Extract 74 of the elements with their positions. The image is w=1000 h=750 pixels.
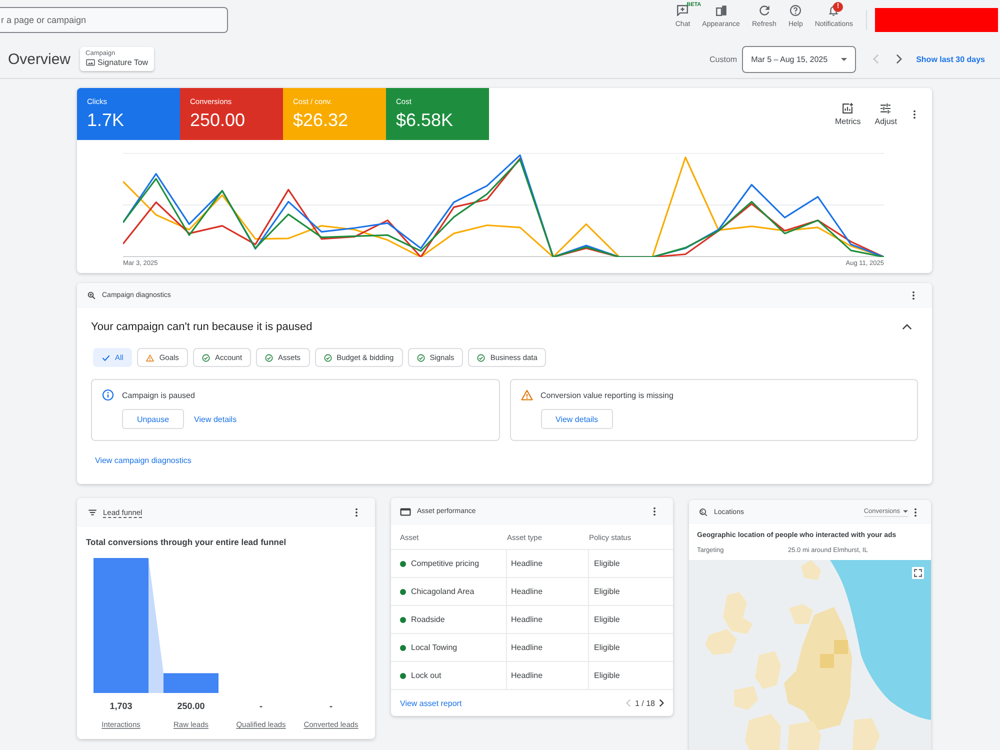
more-options-icon[interactable] <box>912 291 915 300</box>
bar-value-label: - <box>260 701 262 711</box>
funnel-subtitle: Total conversions through your entire lead funnel <box>86 537 288 547</box>
caret-icon <box>903 510 908 512</box>
help-icon <box>790 5 802 16</box>
show-last-30-days-link[interactable]: Show last 30 days <box>916 54 985 64</box>
image-icon <box>86 59 95 66</box>
issue-title: Conversion value reporting is missing <box>540 390 674 400</box>
caret-icon <box>841 58 848 60</box>
magnifier-icon <box>87 291 96 300</box>
metric-value: 1.7K <box>87 110 126 130</box>
metric-value: $26.32 <box>293 110 350 130</box>
check-circle-icon <box>265 354 274 362</box>
adjust-button[interactable]: Adjust <box>870 102 901 126</box>
check-circle-icon <box>202 354 210 362</box>
table-cell: Headline <box>507 578 589 605</box>
funnel-bar <box>164 673 218 693</box>
campaign-name: Signature Tow <box>98 58 148 67</box>
check-icon <box>102 354 110 362</box>
outlined-button[interactable]: Unpause <box>122 409 184 429</box>
view-details-link[interactable]: View details <box>194 414 237 424</box>
table-cell: Headline <box>507 634 589 661</box>
check-circle-icon <box>477 354 486 362</box>
asset-name: Roadside <box>411 615 445 624</box>
outlined-button[interactable]: View details <box>540 409 614 429</box>
warning-icon <box>146 354 154 362</box>
diagnostics-headline: Your campaign can't run because it is paused <box>91 321 312 333</box>
date-range-dropdown[interactable]: Mar 5 – Aug 15, 2025 <box>742 46 856 72</box>
chevron-up-icon[interactable] <box>902 324 912 330</box>
warning-icon <box>520 389 532 401</box>
metrics-button[interactable]: Metrics <box>830 102 865 126</box>
table-cell: Headline <box>507 662 589 689</box>
more-options-icon[interactable] <box>914 508 917 516</box>
bar-value-label: - <box>330 701 332 711</box>
date-label: Custom <box>710 54 738 64</box>
check-circle-icon <box>416 354 425 362</box>
search-field[interactable]: r a page or campaign <box>0 7 228 33</box>
filter-icon <box>88 508 97 517</box>
info-icon <box>102 389 114 401</box>
chevron-right-icon[interactable] <box>659 699 664 707</box>
table-cell: Headline <box>507 606 589 633</box>
table-cell-text: Eligible <box>593 614 621 626</box>
page-indicator: 1 / 18 <box>634 698 655 708</box>
diagnostics-link[interactable]: View campaign diagnostics <box>95 456 192 465</box>
more-options-icon[interactable] <box>653 507 656 516</box>
issue-title: Campaign is paused <box>122 390 195 400</box>
page-title: Overview <box>8 50 71 68</box>
table-cell-text: Eligible <box>593 642 621 654</box>
more-options-icon[interactable] <box>913 110 916 118</box>
map-search-icon <box>699 508 708 516</box>
table-cell-text: Eligible <box>593 558 621 570</box>
bar-value-label: 1,703 <box>110 701 132 711</box>
refresh-icon <box>758 5 770 16</box>
sliders-icon <box>880 102 892 114</box>
metric-value: 250.00 <box>190 110 246 130</box>
window-icon <box>400 508 411 516</box>
table-cell-text: Eligible <box>593 670 621 682</box>
date-range: Mar 5 – Aug 15, 2025 <box>751 54 828 64</box>
chevron-right-icon[interactable] <box>896 54 902 64</box>
more-options-icon[interactable] <box>355 508 358 517</box>
appearance-icon <box>716 5 727 16</box>
check-circle-icon <box>324 354 332 362</box>
asset-name: Local Towing <box>411 643 458 652</box>
asset-name: Competitive pricing <box>411 559 480 568</box>
chart-plus-icon <box>842 102 854 114</box>
fullscreen-icon[interactable] <box>912 567 924 579</box>
asset-name: Chicagoland Area <box>411 587 474 596</box>
table-cell: Headline <box>507 550 589 577</box>
bar-value-label: 250.00 <box>177 701 205 711</box>
chat-icon <box>677 5 688 16</box>
asset-name: Lock out <box>411 671 442 680</box>
asset-report-link[interactable]: View asset report <box>400 698 462 708</box>
table-cell-text: Eligible <box>593 586 621 598</box>
metric-value: $6.58K <box>396 110 454 130</box>
